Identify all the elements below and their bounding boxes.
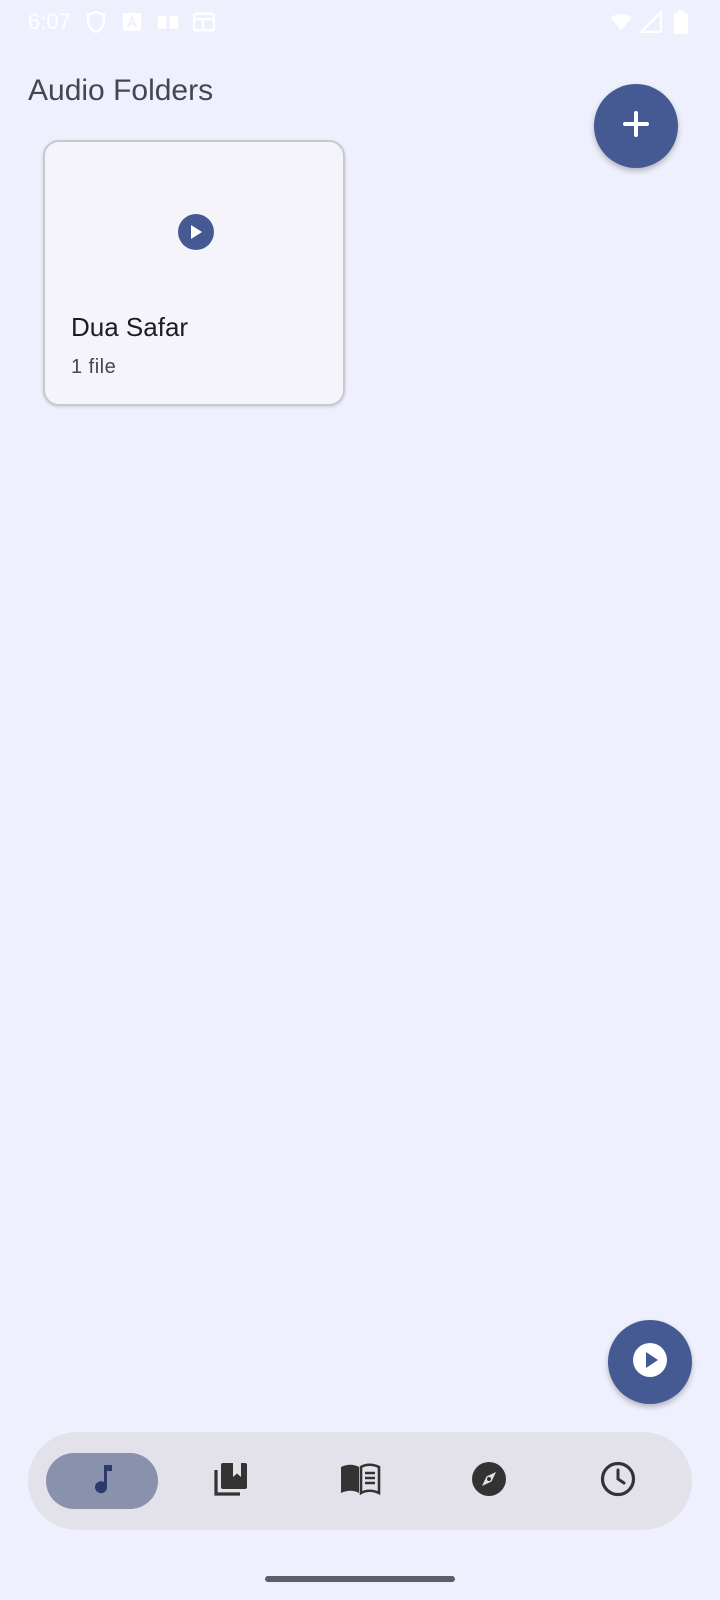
compass-icon: [471, 1461, 507, 1502]
status-time: 6:07: [28, 9, 71, 34]
status-right: [610, 10, 692, 34]
nav-item-qibla[interactable]: [433, 1453, 545, 1509]
screen: 6:07 Audio Folders Dua Safar 1 file: [0, 0, 720, 1600]
play-icon: [632, 1342, 668, 1383]
wifi-icon: [610, 11, 632, 33]
font-a-icon: [121, 11, 143, 33]
nav-item-history[interactable]: [562, 1453, 674, 1509]
clock-icon: [600, 1461, 636, 1502]
add-folder-button[interactable]: [594, 84, 678, 168]
player-button[interactable]: [608, 1320, 692, 1404]
status-left: 6:07: [28, 9, 215, 35]
plus-icon: [623, 110, 649, 142]
folder-card[interactable]: Dua Safar 1 file: [43, 140, 345, 406]
page-title: Audio Folders: [28, 74, 214, 107]
book-icon: [339, 1462, 381, 1500]
music-note-icon: [90, 1463, 114, 1500]
nav-item-audio[interactable]: [46, 1453, 159, 1509]
bottom-navigation: [28, 1432, 692, 1530]
book-open-icon: [157, 11, 179, 33]
bookmarks-icon: [213, 1461, 249, 1502]
battery-icon: [670, 10, 692, 34]
nav-item-read[interactable]: [304, 1453, 416, 1509]
play-icon[interactable]: [178, 214, 214, 250]
gesture-bar[interactable]: [265, 1576, 455, 1582]
calendar-icon: [192, 11, 215, 33]
folder-name: Dua Safar: [71, 312, 189, 342]
status-bar: 6:07: [0, 0, 720, 44]
shield-icon: [85, 11, 107, 33]
nav-item-bookmarks[interactable]: [175, 1453, 287, 1509]
folder-file-count: 1 file: [71, 356, 117, 378]
signal-icon: [640, 11, 662, 33]
